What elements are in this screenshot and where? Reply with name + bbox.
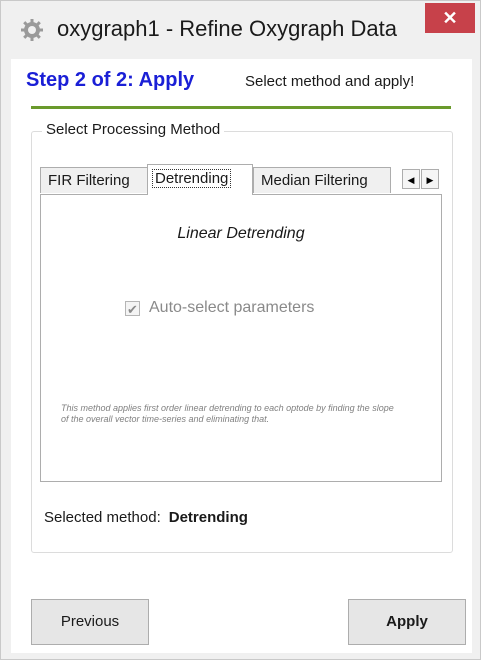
dialog-window: oxygraph1 - Refine Oxygraph Data ✕ Step … [0,0,481,660]
apply-button-label: Apply [386,613,428,630]
previous-button[interactable]: Previous [31,599,149,645]
tab-label: FIR Filtering [48,172,130,189]
selected-method-label: Selected method: [44,509,161,526]
autoselect-checkbox[interactable]: ✔ [125,301,140,317]
selected-method-value: Detrending [168,509,248,526]
header-divider [31,106,451,109]
gear-icon [21,19,43,41]
previous-button-label: Previous [60,613,120,630]
step-title: Step 2 of 2: Apply [26,69,195,91]
autoselect-label: Auto-select parameters [149,299,315,316]
method-tabs: FIR Filtering Detrending Median Filterin… [40,164,450,195]
group-legend: Select Processing Method [42,121,225,138]
step-subtitle: Select method and apply! [245,73,415,90]
tab-label: Detrending [152,169,232,188]
dialog-content: Step 2 of 2: Apply Select method and app… [11,59,472,653]
tab-median-filtering[interactable]: Median Filtering [253,167,391,193]
checkmark-icon: ✔ [127,302,138,317]
close-icon: ✕ [442,8,458,28]
tab-label: Median Filtering [261,172,368,189]
title-bar[interactable]: oxygraph1 - Refine Oxygraph Data ✕ [1,1,480,59]
apply-button[interactable]: Apply [348,599,466,645]
arrow-left-icon: ◀ [407,175,415,185]
window-title: oxygraph1 - Refine Oxygraph Data [57,16,397,41]
tab-scroll-right-button[interactable]: ▶ [421,169,439,189]
method-description: This method applies first order linear d… [61,403,394,424]
tab-scroll-left-button[interactable]: ◀ [402,169,420,189]
tab-detrending[interactable]: Detrending [147,164,253,195]
detrending-panel: Linear Detrending ✔ Auto-select paramete… [40,194,442,482]
selected-method-row: Selected method: Detrending [44,509,248,526]
method-title: Linear Detrending [177,225,305,242]
arrow-right-icon: ▶ [426,175,434,185]
close-button[interactable]: ✕ [425,3,475,33]
tab-fir-filtering[interactable]: FIR Filtering [40,167,148,193]
